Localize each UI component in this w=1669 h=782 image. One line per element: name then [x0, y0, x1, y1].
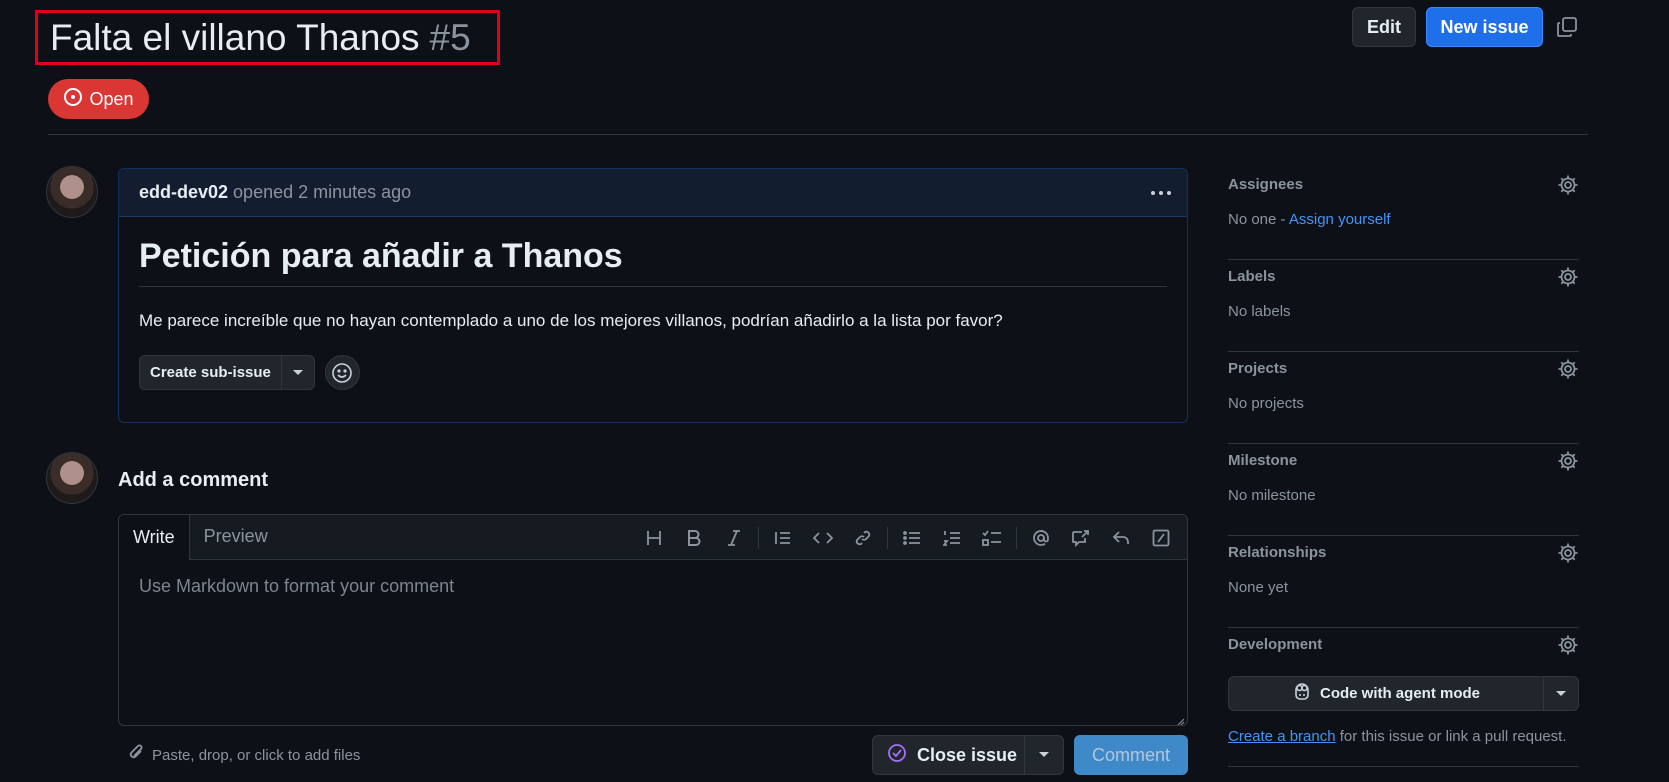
gear-icon[interactable] [1557, 174, 1579, 196]
attach-files-label: Paste, drop, or click to add files [152, 746, 361, 764]
code-with-agent-label: Code with agent mode [1319, 685, 1480, 702]
issue-body-card: edd-dev02 opened 2 minutes ago Petición … [118, 168, 1188, 423]
tab-preview[interactable]: Preview [190, 515, 282, 559]
new-issue-button[interactable]: New issue [1426, 7, 1543, 47]
sidebar-divider [1228, 766, 1579, 767]
sidebar-projects: Projects No projects [1228, 352, 1579, 444]
issue-meta: opened 2 minutes ago [233, 182, 412, 202]
issue-body-heading: Petición para añadir a Thanos [139, 237, 1167, 287]
avatar[interactable] [46, 452, 98, 504]
resize-grip-icon[interactable] [1175, 713, 1185, 725]
sidebar-assignees-value: No one - [1228, 211, 1289, 228]
chevron-down-icon[interactable] [1544, 677, 1578, 710]
toolbar-divider [1016, 526, 1017, 549]
issue-closed-icon [887, 743, 907, 768]
create-sub-issue-button[interactable]: Create sub-issue [139, 355, 315, 390]
issue-body-text: Me parece increíble que no hayan contemp… [139, 311, 1003, 330]
gear-icon[interactable] [1557, 450, 1579, 472]
issue-author[interactable]: edd-dev02 [139, 182, 228, 203]
toolbar-divider [758, 526, 759, 549]
issue-title: Falta el villano Thanos #5 [50, 17, 471, 59]
add-comment-heading: Add a comment [118, 469, 269, 491]
task-list-icon[interactable] [972, 518, 1012, 558]
development-note: Create a branch for this issue or link a… [1228, 728, 1567, 745]
sidebar-milestone: Milestone No milestone [1228, 444, 1579, 536]
sidebar-relationships-value: None yet [1228, 579, 1289, 596]
attach-files[interactable]: Paste, drop, or click to add files [128, 744, 360, 766]
heading-icon[interactable] [634, 518, 674, 558]
assign-yourself-link[interactable]: Assign yourself [1289, 211, 1391, 228]
gear-icon[interactable] [1557, 542, 1579, 564]
reply-icon[interactable] [1101, 518, 1141, 558]
development-note-text: for this issue or link a pull request. [1335, 728, 1567, 745]
avatar[interactable] [46, 166, 98, 218]
status-badge-label: Open [89, 88, 134, 109]
create-sub-issue-label[interactable]: Create sub-issue [140, 356, 282, 389]
sidebar-labels-title: Labels [1228, 268, 1276, 285]
editor-tabs: Write Preview [119, 515, 1187, 560]
close-issue-label: Close issue [917, 744, 1018, 765]
sidebar-labels: Labels No labels [1228, 260, 1579, 352]
kebab-menu-icon[interactable] [1149, 181, 1173, 205]
sidebar-relationships-title: Relationships [1228, 544, 1327, 561]
sidebar-development-title: Development [1228, 636, 1323, 653]
sidebar-milestone-title: Milestone [1228, 452, 1298, 469]
issue-title-text: Falta el villano Thanos [50, 16, 420, 58]
chevron-down-icon[interactable] [282, 356, 314, 389]
formatting-toolbar [634, 515, 1181, 560]
issue-title-highlight: Falta el villano Thanos #5 [35, 10, 500, 65]
gear-icon[interactable] [1557, 634, 1579, 656]
comment-textarea[interactable]: Use Markdown to format your comment [119, 560, 1187, 613]
issue-body-header: edd-dev02 opened 2 minutes ago [119, 169, 1187, 217]
sidebar-milestone-value: No milestone [1228, 487, 1316, 504]
cross-reference-icon[interactable] [1061, 518, 1101, 558]
code-icon[interactable] [803, 518, 843, 558]
add-reaction-icon[interactable] [324, 355, 360, 390]
sidebar-projects-title: Projects [1228, 360, 1288, 377]
issue-number: #5 [429, 16, 471, 58]
issue-open-icon [63, 87, 83, 112]
status-badge: Open [48, 79, 149, 119]
sidebar-relationships: Relationships None yet [1228, 536, 1579, 628]
close-issue-main[interactable]: Close issue [873, 736, 1025, 774]
header-divider [48, 134, 1588, 135]
create-branch-link[interactable]: Create a branch [1228, 728, 1336, 745]
close-issue-button[interactable]: Close issue [872, 735, 1064, 775]
comment-editor: Write Preview Use Markdown to format you… [118, 514, 1188, 726]
italic-icon[interactable] [714, 518, 754, 558]
code-with-agent-main[interactable]: Code with agent mode [1229, 677, 1544, 710]
sidebar-assignees: Assignees No one - Assign yourself [1228, 168, 1579, 260]
sidebar-projects-value: No projects [1228, 395, 1304, 412]
issue-sidebar: Assignees No one - Assign yourself Label… [1228, 168, 1579, 767]
bulleted-list-icon[interactable] [892, 518, 932, 558]
chevron-down-icon[interactable] [1025, 736, 1063, 774]
sidebar-assignees-title: Assignees [1228, 176, 1304, 193]
numbered-list-icon[interactable] [932, 518, 972, 558]
copilot-icon [1292, 682, 1312, 705]
sidebar-labels-value: No labels [1228, 303, 1291, 320]
bold-icon[interactable] [674, 518, 714, 558]
copy-icon[interactable] [1556, 16, 1578, 38]
code-with-agent-button[interactable]: Code with agent mode [1228, 676, 1579, 711]
edit-button[interactable]: Edit [1352, 7, 1416, 47]
quote-icon[interactable] [763, 518, 803, 558]
mention-icon[interactable] [1021, 518, 1061, 558]
toolbar-divider [887, 526, 888, 549]
comment-button[interactable]: Comment [1074, 735, 1188, 775]
gear-icon[interactable] [1557, 358, 1579, 380]
tab-write[interactable]: Write [119, 515, 190, 560]
paperclip-icon [128, 744, 146, 766]
gear-icon[interactable] [1557, 266, 1579, 288]
link-icon[interactable] [843, 518, 883, 558]
slash-commands-icon[interactable] [1141, 518, 1181, 558]
